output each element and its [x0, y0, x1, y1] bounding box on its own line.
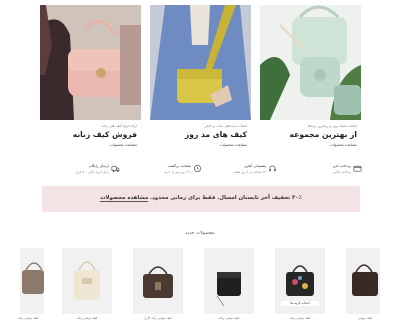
feature-free-shipping: ارسال رایگان برای خرید بالای ۳۰۰ هزار: [40, 164, 120, 178]
product-card[interactable]: [346, 248, 380, 314]
product-name[interactable]: کیف دوشی زنانه: [61, 316, 113, 320]
headset-icon: [269, 165, 276, 172]
product-card[interactable]: [204, 248, 254, 314]
hero-link[interactable]: مشاهده محصولات: [329, 143, 357, 147]
product-image[interactable]: [204, 248, 254, 314]
product-image[interactable]: [20, 248, 44, 314]
feature-title: ارسال رایگان: [88, 164, 109, 168]
hero-caption-2: انتخاب ایده های جذاب و خاص کیف های مد رو…: [150, 120, 251, 153]
product-card[interactable]: [133, 248, 183, 314]
section-title: محصولات جدید: [185, 231, 215, 236]
product-card[interactable]: [20, 248, 44, 314]
product-image[interactable]: [62, 248, 112, 314]
product-card[interactable]: ♡ انتخاب گزینه ها: [275, 248, 325, 314]
hero-subtitle: ارائه انواع کیف های زنانه: [101, 124, 137, 128]
feature-subtitle: ۲۴ ساعته در ۷ روز هفته: [234, 170, 266, 174]
hero-card-1[interactable]: ارائه انواع کیف های زنانه فروش کیف زنانه…: [40, 5, 141, 153]
hero-image-yellow-bag[interactable]: [150, 5, 251, 120]
hero-caption-3: انتخاب شیک ترین و زیباترین برندها از بهت…: [260, 120, 361, 153]
select-options-button[interactable]: انتخاب گزینه ها: [281, 301, 319, 306]
hero-title[interactable]: کیف های مد روز: [185, 130, 247, 139]
product-image[interactable]: [346, 248, 380, 314]
hero-title[interactable]: از بهترین مجموعه: [290, 130, 357, 139]
hero-card-2[interactable]: انتخاب ایده های جذاب و خاص کیف های مد رو…: [150, 5, 251, 153]
feature-secure-payment: پرداخت امن پرداخت آنلاین: [290, 164, 362, 178]
truck-icon: [111, 166, 120, 173]
refund-icon: [194, 165, 201, 172]
feature-title: ضمانت برگشت: [167, 164, 191, 168]
feature-subtitle: تا ۷ روز پس از خرید: [164, 170, 191, 174]
promo-banner: ۳۰٪ تخفیف آخر تابستان امسال. فقط برای زم…: [42, 186, 360, 212]
promo-cta-link[interactable]: مشاهده محصولات: [100, 195, 149, 202]
hero-link[interactable]: مشاهده محصولات: [109, 143, 137, 147]
feature-guarantee: ضمانت برگشت تا ۷ روز پس از خرید: [130, 164, 202, 178]
hero-caption-1: ارائه انواع کیف های زنانه فروش کیف زنانه…: [40, 120, 141, 153]
hero-card-3[interactable]: انتخاب شیک ترین و زیباترین برندها از بهت…: [260, 5, 361, 153]
promo-text-row: ۳۰٪ تخفیف آخر تابستان امسال. فقط برای زم…: [42, 195, 360, 202]
hero-image-green-bags[interactable]: [260, 5, 361, 120]
feature-subtitle: پرداخت آنلاین: [332, 170, 351, 174]
product-image[interactable]: [133, 248, 183, 314]
card-icon: [353, 165, 362, 172]
product-name[interactable]: کیف دوشی زنانه: [274, 316, 326, 320]
hero-subtitle: انتخاب ایده های جذاب و خاص: [204, 124, 247, 128]
promo-text: ۳۰٪ تخفیف آخر تابستان امسال. فقط برای زم…: [149, 195, 302, 201]
feature-support: پشتیبانی آنلاین ۲۴ ساعته در ۷ روز هفته: [205, 164, 277, 178]
product-name[interactable]: کیف دوشی زنانه: [203, 316, 255, 320]
hero-link[interactable]: مشاهده محصولات: [219, 143, 247, 147]
feature-subtitle: برای خرید بالای ۳۰۰ هزار: [75, 170, 109, 174]
product-name[interactable]: کیف دوشی زنانه: [8, 316, 48, 320]
product-card[interactable]: [62, 248, 112, 314]
product-name[interactable]: کیف دوشی: [345, 316, 385, 320]
feature-title: پرداخت امن: [332, 164, 351, 168]
product-name[interactable]: کیف دوشی زنانه کارل: [132, 316, 184, 320]
hero-image-pink-bag[interactable]: [40, 5, 141, 120]
feature-title: پشتیبانی آنلاین: [244, 164, 266, 168]
hero-subtitle: انتخاب شیک ترین و زیباترین برندها: [308, 124, 357, 128]
hero-title[interactable]: فروش کیف زنانه: [73, 130, 137, 139]
